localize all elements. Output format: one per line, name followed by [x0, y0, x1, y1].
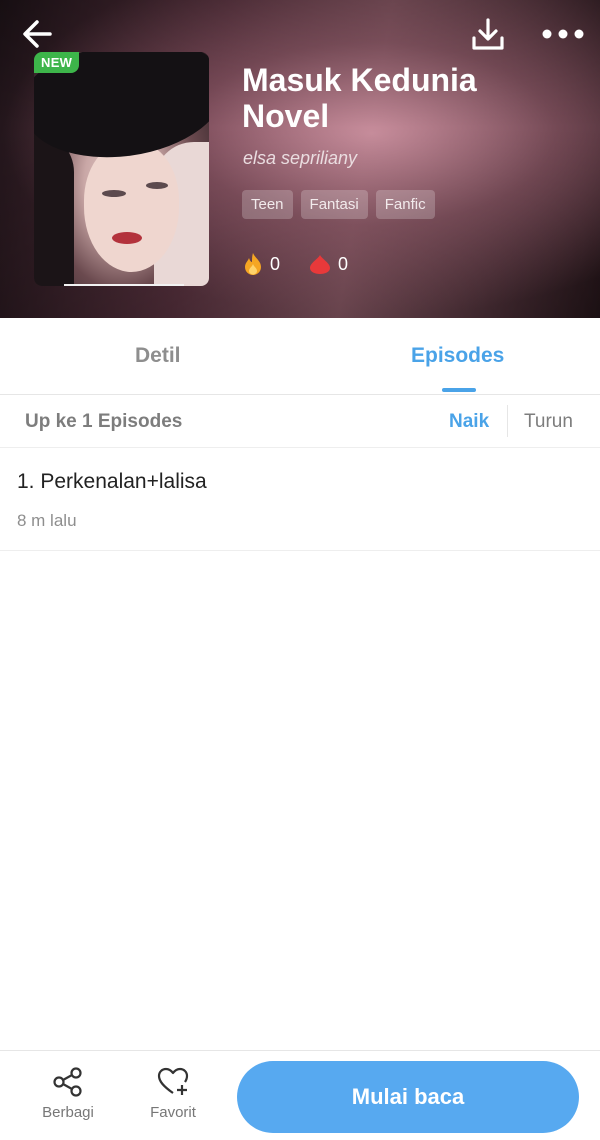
fire-icon	[245, 253, 261, 275]
share-button[interactable]: Berbagi	[38, 1066, 98, 1121]
book-header: NEW Masuk Kedunia Novel elsa sepriliany …	[0, 0, 600, 318]
drop-icon	[310, 255, 331, 274]
tab-episodes[interactable]: Episodes	[411, 344, 504, 368]
author-name[interactable]: elsa sepriliany	[243, 148, 357, 169]
sort-ascending-button[interactable]: Naik	[449, 411, 489, 433]
book-cover-image	[34, 52, 209, 286]
tab-bar: Detil Episodes	[0, 318, 600, 395]
sort-divider	[507, 405, 508, 437]
episode-count: Up ke 1 Episodes	[25, 411, 183, 432]
favorite-button[interactable]: Favorit	[143, 1066, 203, 1121]
more-options-button[interactable]	[538, 14, 588, 54]
tag-item[interactable]: Fantasi	[300, 190, 368, 219]
download-icon	[472, 18, 504, 50]
fire-count: 0	[270, 253, 281, 274]
drop-count: 0	[338, 253, 349, 274]
download-button[interactable]	[466, 12, 510, 56]
tag-item[interactable]: Teen	[242, 190, 293, 219]
more-icon	[542, 29, 584, 39]
share-label: Berbagi	[42, 1104, 94, 1121]
new-badge: NEW	[34, 52, 80, 73]
episode-list-item[interactable]: 1. Perkenalan+lalisa 8 m lalu	[0, 448, 600, 551]
tag-item[interactable]: Fanfic	[375, 190, 435, 219]
episode-title: 1. Perkenalan+lalisa	[17, 470, 207, 493]
tag-list: Teen Fantasi Fanfic	[242, 190, 435, 219]
drop-stat: 0	[308, 253, 348, 275]
start-reading-button[interactable]: Mulai baca	[237, 1061, 579, 1133]
episode-time: 8 m lalu	[17, 511, 77, 530]
back-button[interactable]	[16, 12, 60, 56]
favorite-label: Favorit	[150, 1104, 196, 1121]
heart-plus-icon	[157, 1067, 189, 1095]
book-stats: 0 0	[242, 252, 348, 276]
back-arrow-icon	[23, 20, 52, 48]
sort-descending-button[interactable]: Turun	[524, 411, 573, 433]
fire-stat: 0	[242, 252, 280, 276]
tab-detil[interactable]: Detil	[135, 344, 181, 368]
episode-sort-bar: Up ke 1 Episodes Naik Turun	[0, 395, 600, 448]
bottom-action-bar: Berbagi Favorit Mulai baca	[0, 1050, 600, 1140]
active-tab-indicator	[442, 388, 476, 392]
share-icon	[53, 1067, 82, 1097]
book-title: Masuk Kedunia Novel	[242, 62, 477, 134]
